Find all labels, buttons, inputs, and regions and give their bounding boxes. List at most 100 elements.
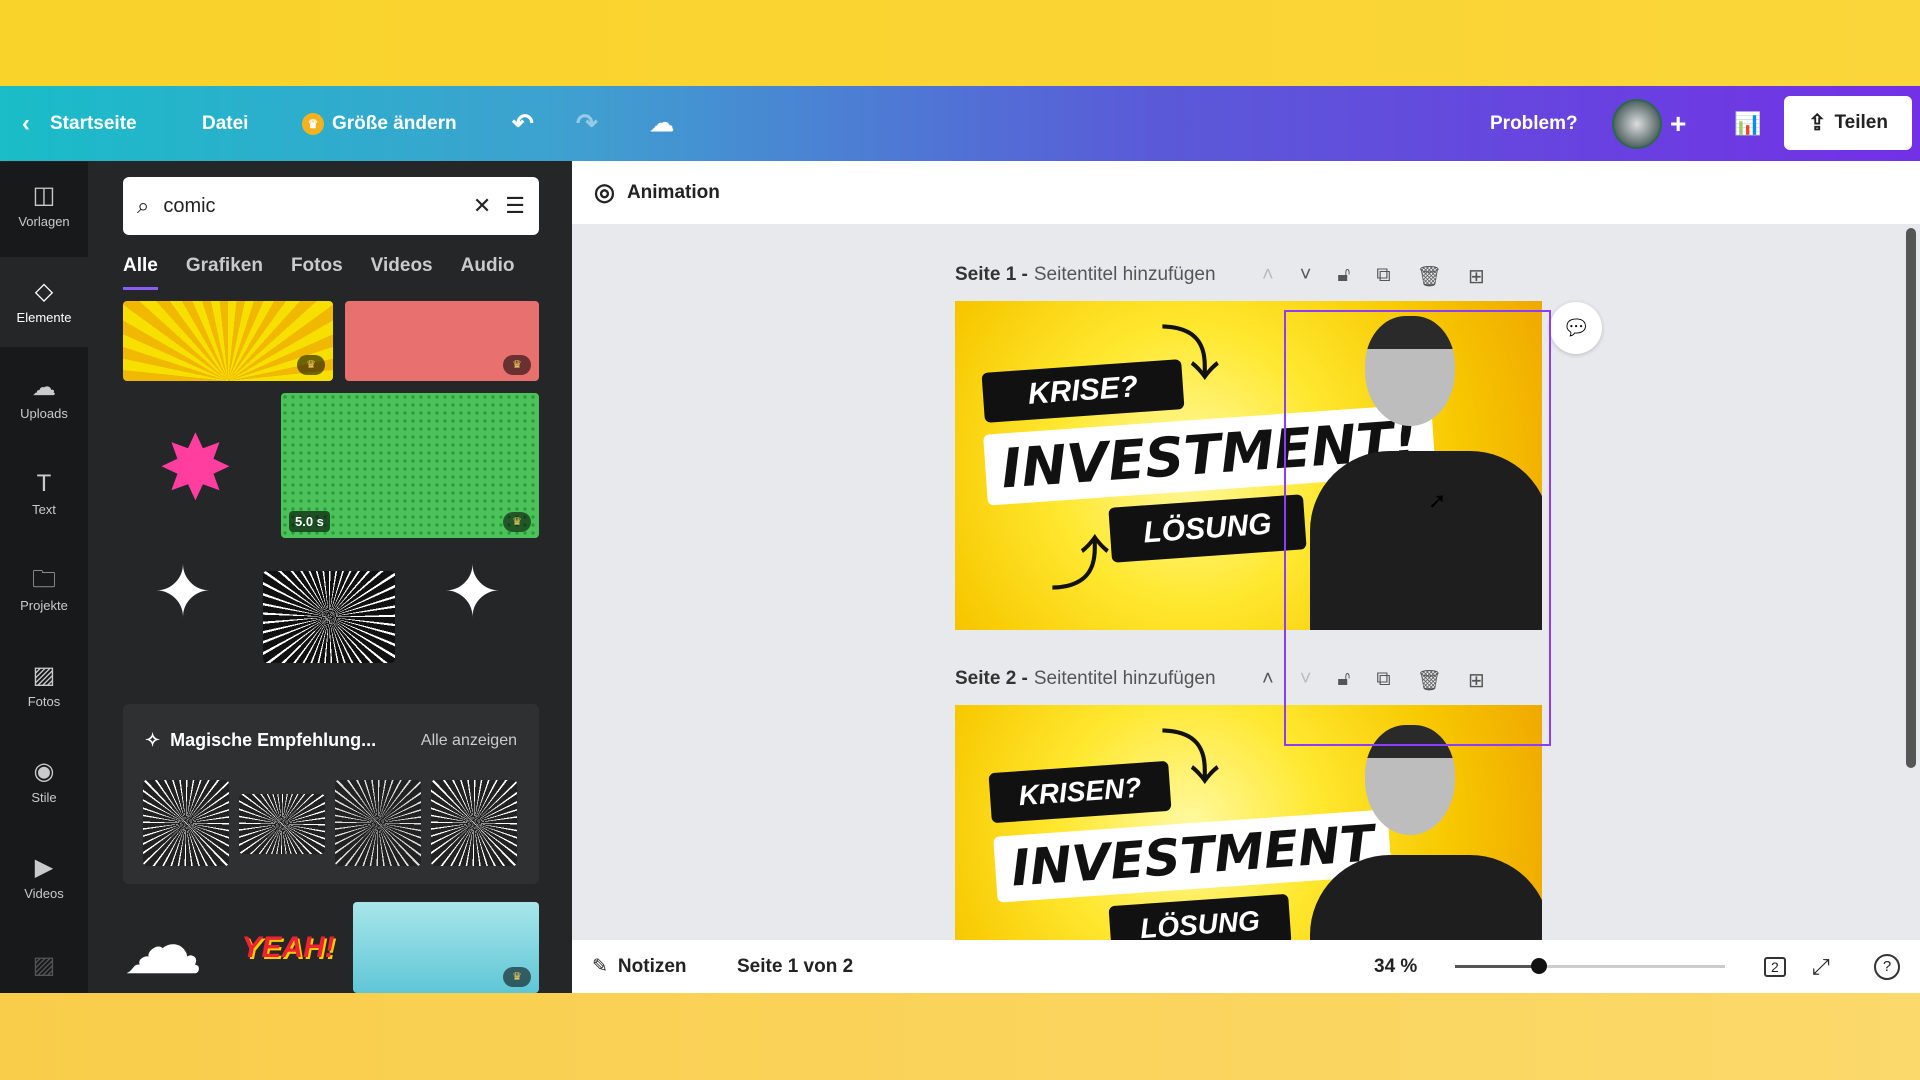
tab-fotos[interactable]: Fotos	[291, 255, 343, 290]
background-band-bottom	[0, 993, 1920, 1080]
zoom-slider[interactable]	[1455, 958, 1725, 974]
filter-tabs: Alle Grafiken Fotos Videos Audio	[123, 255, 514, 290]
folder-icon: 🗀	[32, 565, 56, 593]
tag-solution: LÖSUNG	[1108, 893, 1292, 940]
tab-audio[interactable]: Audio	[461, 255, 515, 290]
share-upload-icon: ⇪	[1808, 110, 1827, 135]
thumb-yeah-sticker[interactable]: YEAH!	[238, 911, 338, 993]
animation-bar: ◎ Animation	[572, 161, 1920, 224]
clear-icon[interactable]: ✕	[473, 193, 491, 219]
text-icon: T	[36, 469, 52, 497]
page-grid-button[interactable]: 2	[1764, 940, 1786, 993]
move-up-icon[interactable]: ˄	[1262, 668, 1274, 693]
sidebar-item-fotos[interactable]: ▨ Fotos	[0, 641, 88, 731]
undo-button[interactable]: ↶	[512, 86, 534, 161]
thumb-sparkles[interactable]: ✦	[123, 551, 243, 676]
arrow-icon: ⤴	[1050, 531, 1110, 598]
move-down-icon[interactable]: ˅	[1300, 264, 1312, 289]
thumb-burst-3[interactable]	[335, 780, 421, 866]
add-comment-button[interactable]: 💬︎	[1550, 302, 1602, 354]
sidebar-label: Vorlagen	[18, 213, 70, 229]
sidebar-label: Uploads	[20, 405, 68, 421]
cursor-icon: ➚	[1428, 488, 1447, 513]
sidebar-item-uploads[interactable]: ☁ Uploads	[0, 353, 88, 443]
upload-cloud-icon: ☁	[32, 373, 56, 401]
image-icon: ▨	[32, 661, 56, 689]
elements-panel: ⌕ comic ✕ ☰ Alle Grafiken Fotos Videos A…	[88, 161, 572, 993]
thumb-burst-4[interactable]	[431, 780, 517, 866]
page-1-title[interactable]: Seite 1 - Seitentitel hinzufügen	[955, 264, 1216, 286]
video-icon: ▶	[34, 853, 54, 881]
filter-sliders-icon[interactable]: ☰	[505, 193, 525, 219]
search-value[interactable]: comic	[163, 195, 459, 218]
help-button[interactable]: ?	[1874, 940, 1900, 993]
cloud-saved-icon[interactable]: ☁	[650, 86, 674, 161]
move-up-icon[interactable]: ˄	[1262, 264, 1274, 289]
search-input[interactable]: ⌕ comic ✕ ☰	[123, 177, 539, 235]
video-duration: 5.0 s	[289, 511, 330, 532]
add-page-icon[interactable]: ⊞	[1468, 264, 1485, 289]
lock-icon[interactable]: 🔓︎	[1337, 264, 1350, 289]
sidebar-label: Videos	[24, 885, 64, 901]
sidebar-label: Elemente	[16, 309, 72, 325]
file-menu[interactable]: Datei	[202, 86, 248, 161]
add-collaborator-button[interactable]: +	[1670, 86, 1686, 161]
help-icon: ?	[1874, 953, 1900, 980]
thumb-explosion-sticker[interactable]: ✸	[123, 403, 268, 533]
tab-alle[interactable]: Alle	[123, 255, 158, 290]
thumb-burst-1[interactable]	[143, 780, 229, 866]
file-label: Datei	[202, 112, 249, 134]
vertical-scrollbar[interactable]	[1906, 228, 1916, 768]
notes-button[interactable]: ✎ Notizen	[592, 940, 687, 993]
delete-icon[interactable]: 🗑︎	[1417, 264, 1442, 289]
person-body	[1310, 855, 1542, 940]
sidebar-label: Stile	[31, 789, 57, 805]
sidebar-item-projekte[interactable]: 🗀 Projekte	[0, 545, 88, 635]
thumb-burst-2[interactable]	[239, 794, 325, 854]
animation-button[interactable]: Animation	[627, 182, 720, 204]
sidebar-item-text[interactable]: T Text	[0, 449, 88, 539]
shapes-icon: ◇	[34, 277, 54, 305]
sidebar-item-videos[interactable]: ▶ Videos	[0, 833, 88, 923]
duplicate-icon[interactable]: ⧉	[1376, 264, 1390, 289]
redo-button[interactable]: ↷	[576, 86, 598, 161]
thumb-yellow-rays[interactable]: ♛	[123, 301, 333, 381]
page-2-title[interactable]: Seite 2 - Seitentitel hinzufügen	[955, 668, 1216, 690]
sidebar-label: Text	[32, 501, 56, 517]
template-icon: ◫	[32, 181, 56, 209]
share-label: Teilen	[1834, 112, 1888, 133]
zoom-slider-thumb[interactable]	[1531, 958, 1548, 974]
bottom-bar: ✎ Notizen Seite 1 von 2 34 % 2 ⤢ ?	[572, 940, 1920, 993]
thumb-cyan-halftone[interactable]: ♛	[353, 902, 539, 993]
problem-label: Problem?	[1490, 112, 1578, 134]
see-all-link[interactable]: Alle anzeigen	[421, 732, 517, 750]
thumb-stars[interactable]: ✦	[406, 551, 539, 676]
avatar[interactable]	[1612, 86, 1662, 161]
share-button[interactable]: ⇪ Teilen	[1784, 96, 1912, 150]
problem-button[interactable]: Problem?	[1490, 86, 1578, 161]
top-bar: ‹ Startseite Datei ♛ Größe ändern ↶ ↷ ☁ Pr…	[0, 86, 1920, 161]
thumb-cloud-bubble[interactable]: ☁	[123, 911, 228, 993]
resize-button[interactable]: ♛ Größe ändern	[302, 86, 457, 161]
fullscreen-icon[interactable]: ⤢	[1812, 940, 1830, 993]
tag-solution: LÖSUNG	[1108, 494, 1307, 563]
thumb-burst-lines[interactable]	[263, 571, 395, 663]
sparkle-icon: ✧	[145, 730, 161, 750]
sidebar-item-vorlagen[interactable]: ◫ Vorlagen	[0, 161, 88, 251]
sidebar-item-stile[interactable]: ◉ Stile	[0, 737, 88, 827]
crown-icon: ♛	[297, 355, 325, 375]
page-count: 2	[1764, 956, 1786, 977]
tab-videos[interactable]: Videos	[371, 255, 433, 290]
insights-chart-icon[interactable]: 📊	[1728, 86, 1768, 161]
tag-crisis: KRISE?	[981, 359, 1185, 423]
thumb-popart-woman[interactable]: ♛	[345, 301, 539, 381]
zoom-value[interactable]: 34 %	[1374, 940, 1417, 993]
sidebar-item-elemente[interactable]: ◇ Elemente	[0, 257, 88, 347]
magic-title: Magische Empfehlung...	[170, 730, 377, 750]
animation-icon[interactable]: ◎	[594, 178, 615, 207]
tab-grafiken[interactable]: Grafiken	[186, 255, 263, 290]
home-label: Startseite	[50, 112, 137, 134]
crown-icon: ♛	[503, 512, 531, 532]
home-button[interactable]: ‹ Startseite	[22, 86, 137, 161]
thumb-green-halftone-video[interactable]: 5.0 s ♛	[281, 393, 539, 538]
